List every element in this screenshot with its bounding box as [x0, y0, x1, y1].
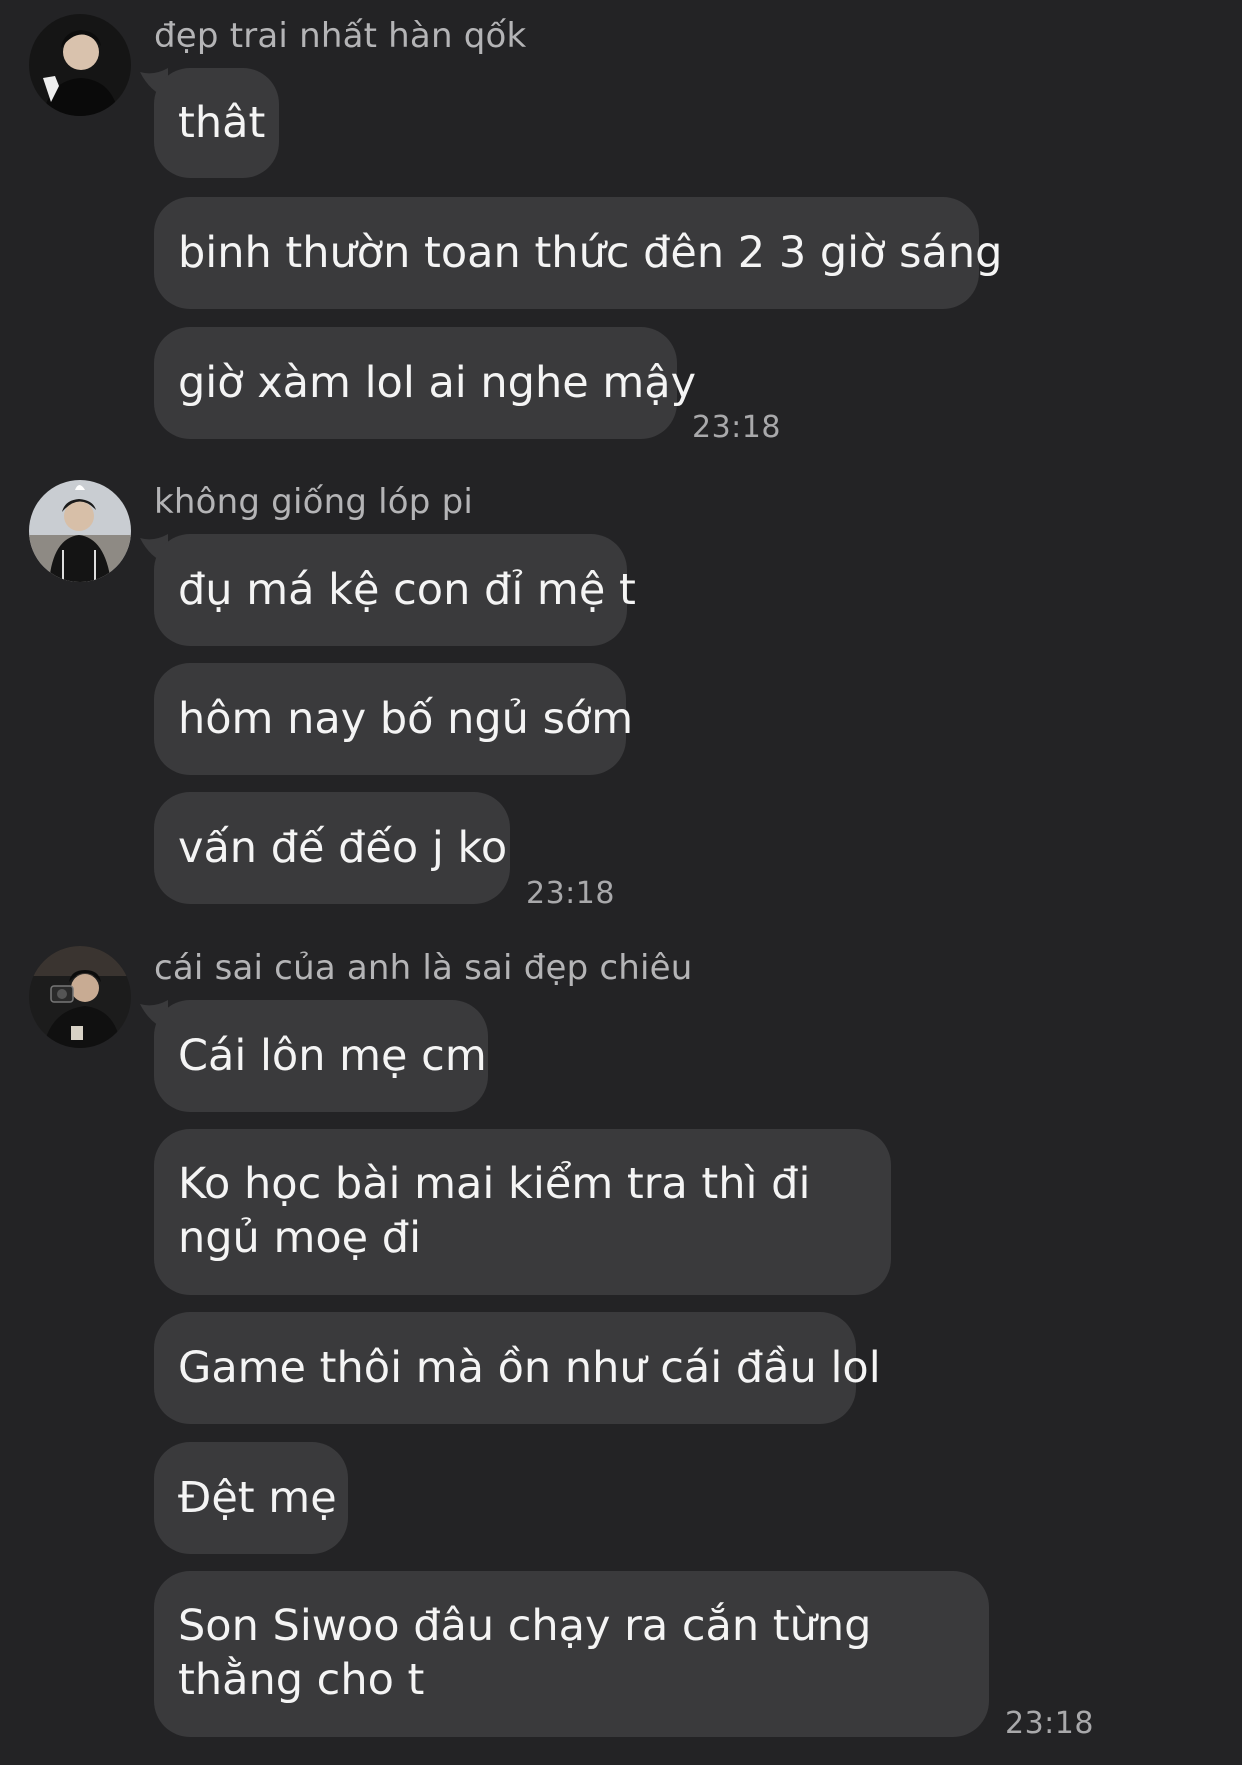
- avatar[interactable]: [29, 480, 131, 582]
- timestamp: 23:18: [692, 410, 781, 445]
- timestamp: 23:18: [526, 876, 615, 911]
- message-text: đụ má kệ con đỉ mệ t: [178, 565, 636, 615]
- message-text: Ko học bài mai kiểm tra thì đi ngủ moẹ đ…: [178, 1159, 811, 1263]
- message-text: Game thôi mà ồn như cái đầu lol: [178, 1343, 881, 1393]
- person-avatar-icon: [29, 946, 131, 1048]
- message-bubble[interactable]: Ko học bài mai kiểm tra thì đi ngủ moẹ đ…: [154, 1129, 891, 1295]
- message-bubble[interactable]: hôm nay bố ngủ sớm: [154, 663, 633, 775]
- person-avatar-icon: [29, 14, 131, 116]
- message-bubble[interactable]: Cái lôn mẹ cm: [154, 1000, 488, 1112]
- message-bubble[interactable]: Đệt mẹ: [154, 1442, 348, 1554]
- message-bubble[interactable]: Son Siwoo đâu chạy ra cắn từng thằng cho…: [154, 1571, 989, 1737]
- message-text: giờ xàm lol ai nghe mậy: [178, 358, 697, 408]
- message-bubble[interactable]: Game thôi mà ồn như cái đầu lol: [154, 1312, 881, 1424]
- message-bubble[interactable]: thât: [154, 68, 279, 178]
- message-text: hôm nay bố ngủ sớm: [178, 694, 634, 744]
- avatar[interactable]: [29, 946, 131, 1048]
- message-bubble[interactable]: đụ má kệ con đỉ mệ t: [154, 534, 636, 646]
- message-text: thât: [178, 98, 266, 148]
- timestamp: 23:18: [1005, 1706, 1094, 1741]
- message-bubble[interactable]: giờ xàm lol ai nghe mậy: [154, 327, 696, 439]
- message-text: binh thườn toan thức đên 2 3 giờ sáng: [178, 228, 1003, 278]
- message-bubble[interactable]: vấn đế đếo j ko: [154, 792, 510, 904]
- message-text: Đệt mẹ: [178, 1473, 337, 1523]
- message-bubble[interactable]: binh thườn toan thức đên 2 3 giờ sáng: [154, 197, 1002, 309]
- avatar[interactable]: [29, 14, 131, 116]
- person-avatar-icon: [29, 480, 131, 582]
- sender-name: cái sai của anh là sai đẹp chiêu: [154, 948, 693, 988]
- chat-thread: đẹp trai nhất hàn qốk thât binh thườn to…: [0, 0, 1242, 1765]
- message-text: Son Siwoo đâu chạy ra cắn từng thằng cho…: [178, 1601, 872, 1705]
- sender-name: không giống lóp pi: [154, 482, 474, 522]
- message-text: vấn đế đếo j ko: [178, 823, 508, 873]
- sender-name: đẹp trai nhất hàn qốk: [154, 16, 527, 56]
- message-text: Cái lôn mẹ cm: [178, 1031, 487, 1081]
